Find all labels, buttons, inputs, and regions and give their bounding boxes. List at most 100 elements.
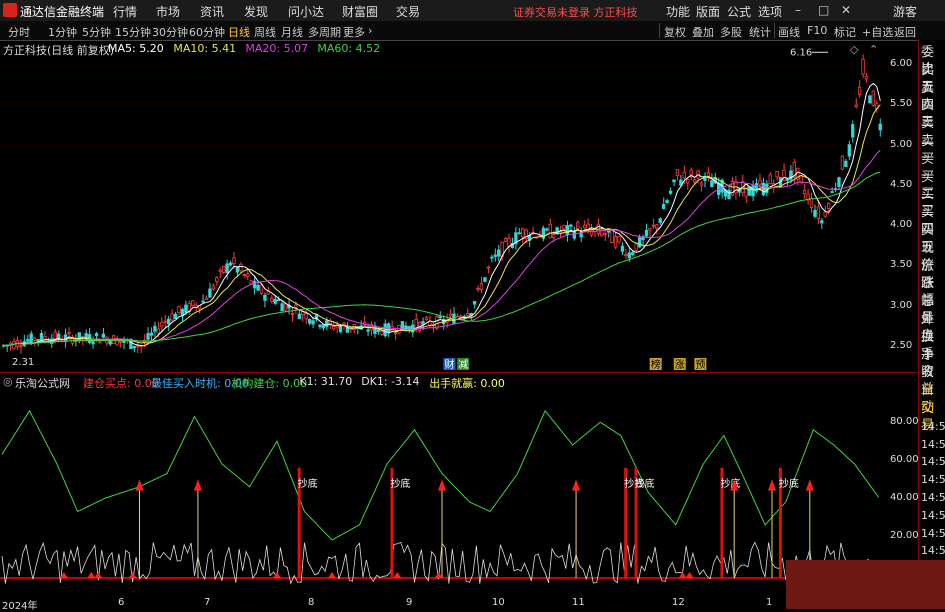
minimize-button[interactable]: – (795, 3, 801, 17)
candle-body (424, 317, 429, 320)
candle-body (342, 322, 346, 326)
tf-more[interactable]: 更多 (343, 24, 365, 40)
candle-body (878, 123, 882, 131)
candle-body (617, 236, 621, 243)
menu-news[interactable]: 资讯 (200, 3, 224, 20)
candle-body (816, 206, 821, 219)
maximize-button[interactable]: □ (818, 3, 829, 17)
signal-triangle-icon (685, 572, 694, 578)
kline-chart[interactable]: 2.316.16财减榜涨预抄底 抄底 抄底抄底 抄底 抄底 (0, 40, 918, 609)
candle-body (307, 318, 312, 324)
menu-options[interactable]: 选项 (758, 3, 782, 20)
tf-daily[interactable]: 日线 (228, 24, 250, 40)
candle-body (545, 228, 549, 231)
candle-body (318, 324, 322, 328)
candle-body (672, 179, 676, 183)
candle-body (840, 155, 845, 170)
tf-30min[interactable]: 30分钟 (152, 24, 188, 40)
candle-body (637, 237, 642, 248)
overlay-button[interactable]: 叠加 (692, 24, 714, 40)
candle-body (166, 318, 171, 325)
menu-layout[interactable]: 版面 (696, 3, 720, 20)
adjust-button[interactable]: 复权 (664, 24, 686, 40)
candle-body (204, 297, 209, 301)
menu-formula[interactable]: 公式 (727, 3, 751, 20)
add-favorite-button[interactable]: +自选 (862, 24, 893, 40)
tf-timeshare[interactable]: 分时 (8, 24, 30, 40)
back-button[interactable]: 返回 (894, 24, 916, 40)
candle-body (668, 190, 673, 194)
candle-body (349, 328, 353, 331)
tf-1min[interactable]: 1分钟 (48, 24, 77, 40)
side-panel-item[interactable]: 14:56 (921, 489, 945, 506)
event-badge-label: 榜 (651, 358, 661, 371)
menu-trade[interactable]: 交易 (396, 3, 420, 20)
menu-ask[interactable]: 问小达 (288, 3, 324, 20)
mark-button[interactable]: 标记 (834, 24, 856, 40)
side-panel-item[interactable]: 14:56 (921, 471, 945, 488)
side-panel-item[interactable]: 14:56 (921, 525, 945, 542)
indicator-toggle-icon[interactable]: ◎ (3, 375, 13, 388)
app-logo-icon (3, 3, 17, 17)
tf-multi[interactable]: 多周期 (308, 24, 341, 40)
user-label[interactable]: 游客 (893, 3, 917, 20)
menu-function[interactable]: 功能 (666, 3, 690, 20)
indicator-name[interactable]: 乐淘公式网 (15, 375, 70, 391)
candle-body (149, 332, 154, 336)
draw-line-button[interactable]: 画线 (778, 24, 800, 40)
menu-market[interactable]: 市场 (156, 3, 180, 20)
candle-body (624, 253, 628, 256)
price-tick: 5.50 (890, 98, 913, 110)
candle-body (249, 280, 253, 285)
signal-triangle-icon (128, 572, 137, 578)
candle-body (613, 236, 618, 248)
candle-body (507, 238, 511, 247)
side-panel-item[interactable]: 14:56 (921, 436, 945, 453)
candle-body (421, 321, 425, 325)
candle-body (256, 285, 260, 291)
candle-body (373, 325, 377, 334)
candle-body (758, 179, 762, 185)
menu-discover[interactable]: 发现 (244, 3, 268, 20)
signal-triangle-icon (87, 572, 96, 578)
menu-market-quote[interactable]: 行情 (113, 3, 137, 20)
f10-button[interactable]: F10 (807, 24, 827, 37)
candle-body (32, 337, 37, 341)
candle-body (854, 104, 858, 108)
candle-body (582, 224, 587, 229)
indicator-field: K1: 31.70 (299, 375, 353, 388)
date-tick: 8 (308, 597, 315, 608)
date-tick: 9 (406, 597, 413, 608)
candle-body (675, 169, 680, 177)
candle-body (239, 263, 243, 272)
chevron-right-icon[interactable]: › (368, 24, 372, 37)
tf-monthly[interactable]: 月线 (281, 24, 303, 40)
side-panel-item[interactable]: 14:56 (921, 507, 945, 524)
candle-body (215, 277, 219, 282)
candle-body (211, 285, 216, 290)
tf-weekly[interactable]: 周线 (254, 24, 276, 40)
candle-body (325, 320, 329, 328)
tf-60min[interactable]: 60分钟 (189, 24, 225, 40)
candle-body (490, 256, 494, 259)
side-panel-item[interactable]: 14:56 (921, 453, 945, 470)
candle-body (208, 288, 212, 298)
bottom-signal-label: 抄底 (720, 477, 740, 490)
candle-body (603, 232, 607, 235)
tf-5min[interactable]: 5分钟 (82, 24, 111, 40)
candle-body (283, 303, 288, 311)
statistics-button[interactable]: 统计 (749, 24, 771, 40)
side-panel-item[interactable]: 14:56 (921, 418, 945, 435)
high-price-marker: 6.16 (790, 47, 812, 58)
candle-body (521, 228, 525, 238)
price-tick: 5.00 (890, 138, 913, 150)
panel-divider (0, 372, 918, 373)
indicator-tick: 20.00 (890, 530, 919, 541)
side-panel-item[interactable]: 14:56 (921, 542, 945, 559)
menu-wealth[interactable]: 财富圈 (342, 3, 378, 20)
tf-15min[interactable]: 15分钟 (115, 24, 151, 40)
indicator-tick: 40.00 (890, 492, 919, 503)
login-notice[interactable]: 证券交易未登录 方正科技 (513, 4, 638, 20)
close-button[interactable]: ✕ (841, 3, 851, 17)
multi-stock-button[interactable]: 多股 (720, 24, 742, 40)
